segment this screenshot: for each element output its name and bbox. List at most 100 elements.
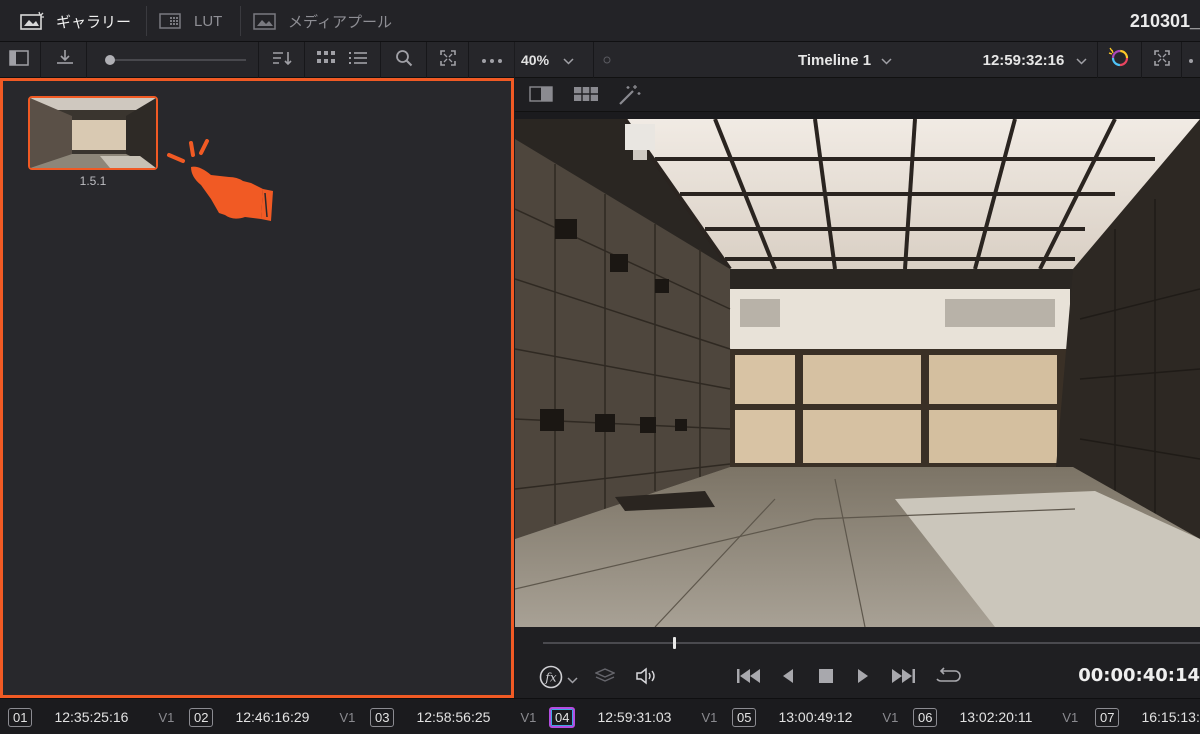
clip-number: 05	[732, 707, 757, 727]
loop-icon	[935, 667, 961, 689]
sidebar-icon	[9, 49, 29, 71]
indicator-dot	[601, 42, 613, 78]
tab-lut[interactable]: LUT	[158, 0, 222, 42]
scrubber-playhead[interactable]	[672, 637, 676, 649]
more-options-button[interactable]	[474, 42, 510, 78]
play-reverse-icon	[782, 669, 794, 687]
source-timecode-dropdown[interactable]: 12:59:32:16	[975, 42, 1095, 78]
color-wheel-button[interactable]	[1103, 42, 1135, 78]
gallery-toolbar	[0, 42, 514, 78]
play-button[interactable]	[857, 669, 869, 688]
chevron-down-icon	[881, 52, 892, 69]
viewer-toolbar: 40% Timeline 1 12:59:32:16	[515, 42, 1200, 78]
still-thumbnail[interactable]	[28, 96, 158, 170]
clip-number: 02	[189, 707, 214, 727]
fx-icon: fx	[539, 665, 563, 694]
speaker-icon	[635, 667, 657, 689]
thumbnail-size-slider[interactable]	[100, 42, 248, 78]
media-pool-icon	[252, 11, 278, 31]
stop-icon	[819, 669, 833, 687]
more-icon	[1187, 51, 1197, 69]
tab-media-pool[interactable]: メディアプール	[252, 0, 392, 42]
tab-gallery[interactable]: ギャラリー	[20, 0, 131, 42]
expand-icon	[1154, 49, 1170, 71]
clip-item[interactable]: 05 13:00:49:12 V1	[732, 699, 898, 734]
clip-item[interactable]: 01 12:35:25:16 V1	[8, 699, 174, 734]
viewer-expand-button[interactable]	[1147, 42, 1177, 78]
magic-wand-button[interactable]	[617, 84, 641, 111]
search-button[interactable]	[388, 42, 420, 78]
record-timecode: 00:00:40:14	[1078, 665, 1200, 686]
grid-split-button[interactable]	[573, 86, 599, 107]
more-icon	[481, 51, 503, 69]
timeline-selector[interactable]: Timeline 1	[785, 42, 905, 78]
project-title: 210301_	[1129, 11, 1200, 31]
clip-track: V1	[158, 709, 175, 725]
tab-media-pool-label: メディアプール	[288, 13, 392, 31]
viewer[interactable]	[515, 119, 1200, 627]
clip-timecode: 16:15:13:	[1141, 709, 1200, 725]
list-view-button[interactable]	[344, 42, 372, 78]
pointing-hand-icon	[163, 139, 283, 234]
transport-bar: fx 00:00:40:14	[515, 627, 1200, 698]
clip-number: 04	[549, 706, 576, 728]
expand-button[interactable]	[432, 42, 464, 78]
scrubber-track[interactable]	[543, 642, 1200, 644]
clip-track: V1	[701, 709, 718, 725]
loop-button[interactable]	[935, 667, 961, 690]
viewer-frame-image	[515, 119, 1200, 627]
sidebar-toggle-button[interactable]	[4, 42, 34, 78]
chevron-down-icon	[567, 671, 578, 689]
svg-text:fx: fx	[544, 671, 556, 685]
clip-number: 03	[370, 707, 395, 727]
play-reverse-button[interactable]	[782, 669, 794, 688]
viewer-more-button[interactable]	[1187, 42, 1200, 78]
clip-timecode: 13:02:20:11	[959, 709, 1033, 725]
chevron-down-icon	[563, 52, 574, 68]
gallery-icon	[20, 11, 46, 31]
color-wheel-icon	[1108, 47, 1130, 74]
clip-track: V1	[339, 709, 356, 725]
zoom-dropdown[interactable]: 40%	[521, 42, 591, 78]
clip-item-active[interactable]: 04 12:59:31:03 V1	[549, 699, 717, 734]
stop-button[interactable]	[819, 669, 833, 688]
chevron-down-icon	[1076, 52, 1087, 69]
grid-split-icon	[573, 87, 599, 106]
gallery-panel: 1.5.1	[0, 78, 514, 698]
go-to-end-button[interactable]	[891, 669, 915, 688]
grid-view-button[interactable]	[312, 42, 340, 78]
import-still-button[interactable]	[48, 42, 82, 78]
split-view-button[interactable]	[529, 86, 553, 107]
clip-item[interactable]: 07 16:15:13:	[1095, 699, 1200, 734]
layers-button[interactable]	[594, 667, 616, 690]
search-icon	[395, 49, 413, 72]
clip-number: 06	[913, 707, 938, 727]
clip-timecode: 12:58:56:25	[416, 709, 491, 725]
clip-item[interactable]: 03 12:58:56:25 V1	[370, 699, 536, 734]
clip-track: V1	[882, 709, 899, 725]
effects-button[interactable]: fx	[539, 665, 578, 694]
list-icon	[349, 51, 367, 70]
zoom-value: 40%	[521, 52, 550, 68]
audio-button[interactable]	[635, 667, 657, 690]
sort-icon	[272, 50, 294, 71]
clip-item[interactable]: 06 13:02:20:11 V1	[913, 699, 1078, 734]
clip-item[interactable]: 02 12:46:16:29 V1	[189, 699, 355, 734]
skip-forward-icon	[891, 669, 915, 687]
timeline-name: Timeline 1	[797, 51, 872, 69]
go-to-start-button[interactable]	[737, 669, 761, 688]
play-icon	[857, 669, 869, 687]
clip-track: V1	[520, 709, 537, 725]
split-view-icon	[529, 86, 553, 106]
sort-button[interactable]	[266, 42, 300, 78]
clip-timecode: 12:46:16:29	[235, 709, 310, 725]
clip-strip: 01 12:35:25:16 V1 02 12:46:16:29 V1 03 1…	[0, 698, 1200, 734]
clip-number: 07	[1095, 707, 1120, 727]
download-icon	[55, 49, 75, 72]
clip-timecode: 12:59:31:03	[597, 709, 672, 725]
source-timecode: 12:59:32:16	[982, 51, 1065, 69]
skip-back-icon	[737, 669, 761, 687]
clip-number: 01	[8, 707, 33, 727]
grid-icon	[317, 50, 335, 70]
clip-timecode: 13:00:49:12	[778, 709, 853, 725]
